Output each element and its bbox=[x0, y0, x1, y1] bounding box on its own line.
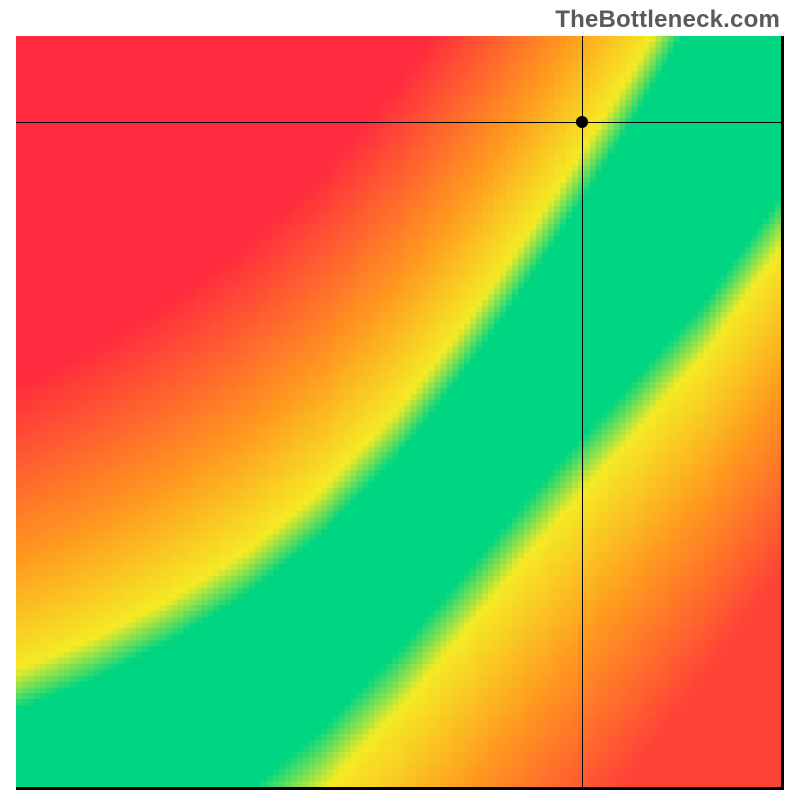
heatmap-plot bbox=[16, 36, 784, 790]
bottleneck-marker bbox=[576, 116, 588, 128]
site-watermark: TheBottleneck.com bbox=[555, 6, 780, 34]
crosshair-horizontal bbox=[16, 122, 781, 123]
heatmap-canvas bbox=[16, 36, 781, 787]
crosshair-vertical bbox=[582, 36, 583, 787]
